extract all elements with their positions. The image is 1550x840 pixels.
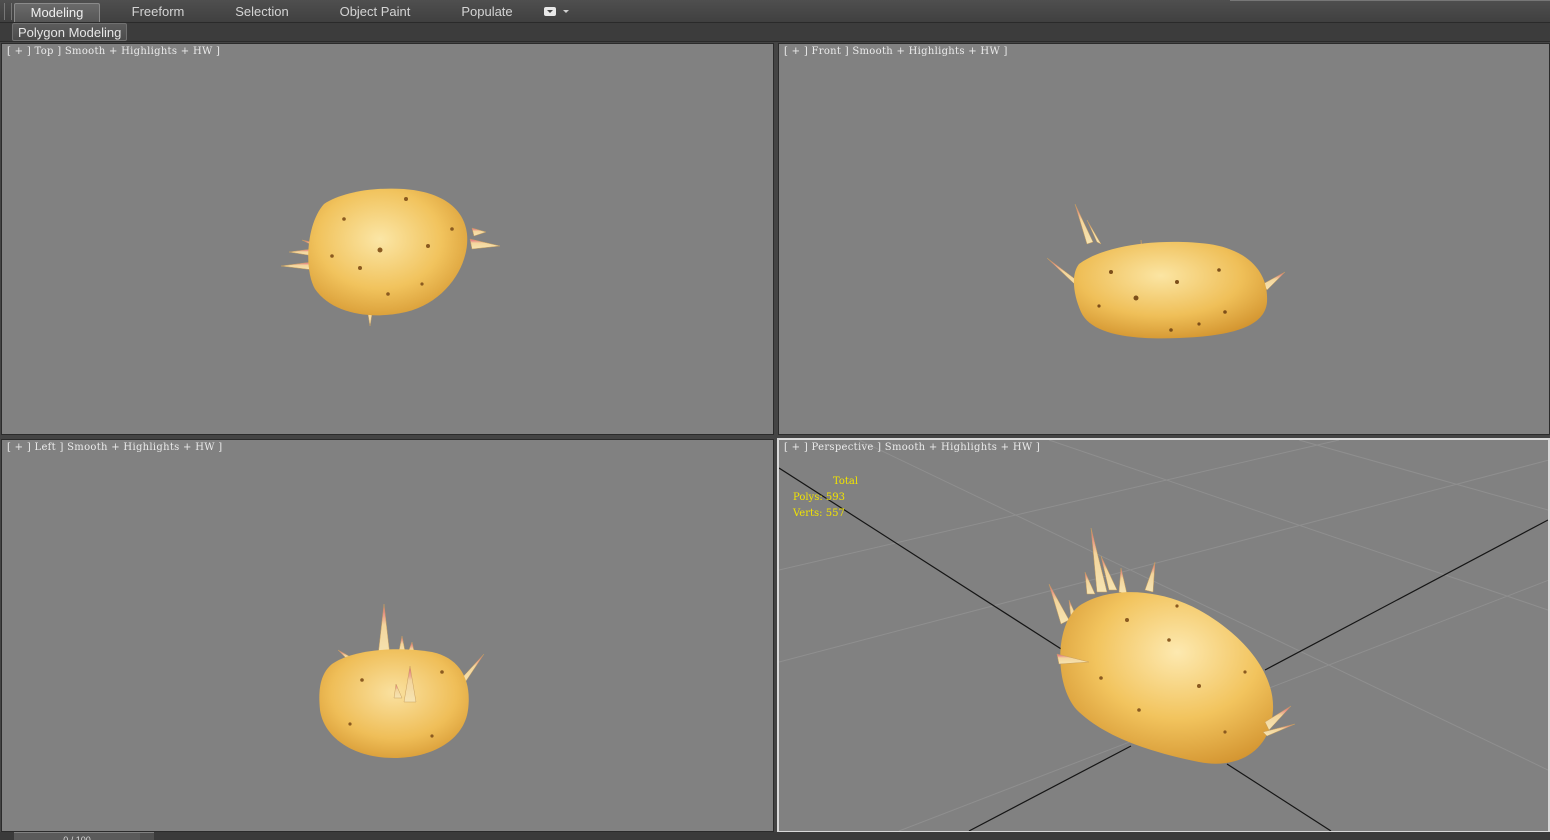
viewport-front[interactable]: [ + ] Front ] Smooth + Highlights + HW ] (778, 43, 1550, 435)
stats-header: Total (833, 476, 859, 487)
stats-verts-value: 557 (825, 508, 845, 519)
next-frame-button[interactable] (140, 832, 154, 840)
viewport-left[interactable]: [ + ] Left ] Smooth + Highlights + HW ] (1, 439, 774, 832)
ribbon-options-dropdown[interactable] (544, 6, 570, 18)
tab-modeling[interactable]: Modeling (14, 3, 100, 22)
ribbon-grip-handle[interactable] (4, 3, 12, 20)
viewport-front-label[interactable]: [ + ] Front ] Smooth + Highlights + HW ] (784, 46, 1008, 57)
tab-selection[interactable]: Selection (222, 3, 302, 21)
tab-object-paint[interactable]: Object Paint (330, 3, 420, 21)
tab-populate[interactable]: Populate (450, 3, 524, 21)
viewport-perspective-label[interactable]: [ + ] Perspective ] Smooth + Highlights … (784, 442, 1040, 453)
ribbon-panel-bar: Polygon Modeling (0, 23, 1550, 42)
viewport-top-scene (280, 188, 501, 327)
stats-polys-value: 593 (825, 492, 845, 503)
tab-freeform[interactable]: Freeform (118, 3, 198, 21)
viewport-top-label[interactable]: [ + ] Top ] Smooth + Highlights + HW ] (7, 46, 220, 57)
viewport-left-label[interactable]: [ + ] Left ] Smooth + Highlights + HW ] (7, 442, 223, 453)
ribbon-tab-bar: Modeling Freeform Selection Object Paint… (0, 0, 1550, 23)
viewport-left-scene (319, 603, 485, 758)
stats-polys-label: Polys: (793, 492, 823, 503)
stats-verts-label: Verts: (793, 508, 823, 519)
potato-model[interactable] (280, 188, 501, 327)
potato-model[interactable] (319, 603, 485, 758)
time-slider[interactable]: 0 / 100 (14, 832, 140, 840)
ribbon-divider (1230, 0, 1550, 1)
ribbon-options-icon (544, 7, 556, 16)
polygon-modeling-button[interactable]: Polygon Modeling (12, 23, 128, 41)
potato-model[interactable] (1048, 527, 1296, 764)
potato-model[interactable] (1046, 203, 1286, 339)
viewport-top[interactable]: [ + ] Top ] Smooth + Highlights + HW ] (1, 43, 774, 435)
timeline-bar (0, 832, 1550, 840)
viewport-front-scene (1046, 203, 1286, 339)
viewport-perspective[interactable]: [ + ] Perspective ] Smooth + Highlights … (777, 438, 1550, 833)
viewport-perspective-scene (779, 440, 1548, 831)
chevron-down-icon (563, 10, 569, 13)
scene-statistics: Total Polys: 593 Verts: 557 (793, 474, 858, 522)
